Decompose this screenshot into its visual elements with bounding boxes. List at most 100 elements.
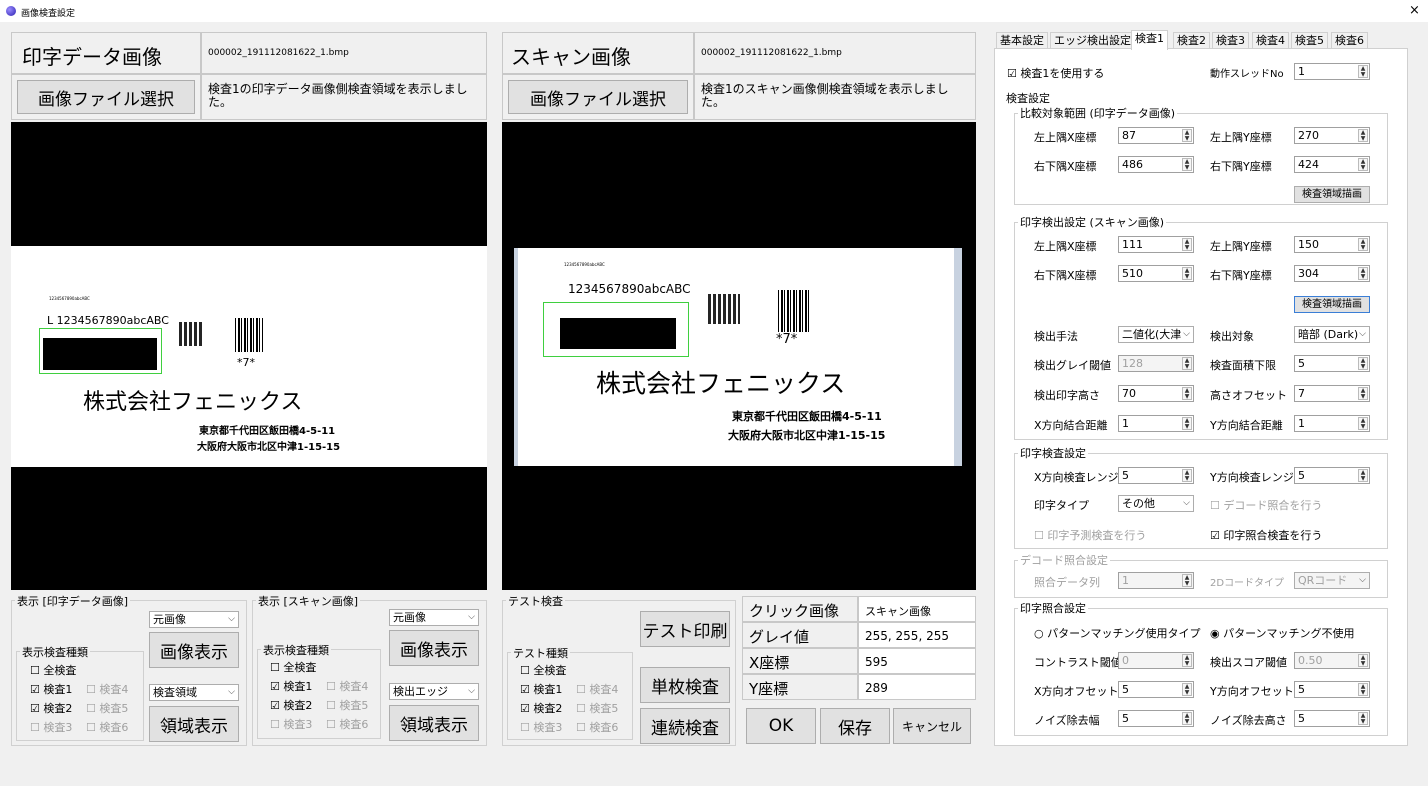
compare-lx-spinner[interactable]: 87 ▲ ▼ <box>1118 127 1194 144</box>
print-image-view[interactable]: 1234567890abcABC L 1234567890abcABC *7* … <box>11 122 487 590</box>
save-button[interactable]: 保存 <box>820 708 890 744</box>
detect-ly-spinner[interactable]: 150 ▲ ▼ <box>1294 236 1370 253</box>
y-offset-value: 5 <box>1298 683 1305 696</box>
test-all-check[interactable]: ☐ 全検査 <box>520 662 566 678</box>
cancel-button[interactable]: キャンセル <box>893 708 971 744</box>
compare-ry-spinner[interactable]: 424 ▲ ▼ <box>1294 156 1370 173</box>
tab-edge[interactable]: エッジ検出設定 <box>1050 32 1135 49</box>
display-scan-region-value: 検出エッジ <box>393 685 448 698</box>
target-value: 暗部 (Dark) <box>1298 328 1359 341</box>
detect-rx-value: 510 <box>1122 267 1143 280</box>
print-barcode-icon <box>235 318 263 352</box>
detect-rx-spinner[interactable]: 510 ▲ ▼ <box>1118 265 1194 282</box>
tab-inspect4[interactable]: 検査4 <box>1252 32 1289 49</box>
spin-arrows-icon: ▲ ▼ <box>1182 683 1192 696</box>
display-print-all-check[interactable]: ☐ 全検査 <box>30 662 76 678</box>
draw-compare-region-button[interactable]: 検査領域描画 <box>1294 186 1370 203</box>
method-combo[interactable]: 二値化(大津 ⌵ <box>1118 326 1194 343</box>
tab-basic[interactable]: 基本設定 <box>996 32 1048 49</box>
chevron-down-icon: ⌵ <box>228 614 235 624</box>
pattern-match-use-label: パターンマッチング使用タイプ <box>1047 627 1201 640</box>
tab-inspect1[interactable]: 検査1 <box>1131 30 1168 50</box>
display-print-c1-check[interactable]: ☑ 検査1 <box>30 681 72 697</box>
print-inspect-title: 印字検査設定 <box>1018 445 1088 461</box>
test-print-button[interactable]: テスト印刷 <box>640 611 730 647</box>
print-type-combo[interactable]: その他 ⌵ <box>1118 495 1194 512</box>
match-column-value: 1 <box>1122 574 1129 587</box>
x-join-label: X方向結合距離 <box>1034 419 1108 432</box>
scan-address2: 大阪府大阪市北区中津1-15-15 <box>728 429 886 442</box>
pattern-match-use-radio[interactable]: ○ パターンマッチング使用タイプ <box>1034 625 1201 641</box>
ok-button[interactable]: OK <box>746 708 816 744</box>
contrast-spinner: 0 ▲ ▼ <box>1118 652 1194 669</box>
area-min-spinner[interactable]: 5 ▲ ▼ <box>1294 355 1370 372</box>
display-print-c6-check: ☐ 検査6 <box>86 721 129 734</box>
compare-ly-spinner[interactable]: 270 ▲ ▼ <box>1294 127 1370 144</box>
tab-inspect3[interactable]: 検査3 <box>1212 32 1249 49</box>
noise-width-spinner[interactable]: 5 ▲ ▼ <box>1118 710 1194 727</box>
detect-lx-spinner[interactable]: 111 ▲ ▼ <box>1118 236 1194 253</box>
close-icon[interactable]: × <box>1409 3 1420 18</box>
print-height-spinner[interactable]: 70 ▲ ▼ <box>1118 385 1194 402</box>
scan-note: 検査1のスキャン画像側検査領域を表示しました。 <box>701 82 949 109</box>
display-print-region-combo[interactable]: 検査領域 ⌵ <box>149 684 239 701</box>
scan-image-view[interactable]: 1234567890abcABC 1234567890abcABC *7* 株式… <box>502 122 976 590</box>
info-value-cell: 595 <box>858 648 976 674</box>
match-check[interactable]: ☑ 印字照合検査を行う <box>1210 527 1322 543</box>
test-c1-check[interactable]: ☑ 検査1 <box>520 681 562 697</box>
scan-qr-icon <box>708 294 740 324</box>
display-scan-c2-check[interactable]: ☑ 検査2 <box>270 697 312 713</box>
spin-arrows-icon: ▲ ▼ <box>1182 712 1192 725</box>
display-print-type-combo[interactable]: 元画像 ⌵ <box>149 611 239 628</box>
test-c2-check[interactable]: ☑ 検査2 <box>520 700 562 716</box>
test-group-title: テスト検査 <box>506 593 565 609</box>
thread-spinner[interactable]: 1 ▲ ▼ <box>1294 63 1370 80</box>
contrast-value: 0 <box>1122 654 1129 667</box>
display-scan-image-button[interactable]: 画像表示 <box>389 630 479 666</box>
x-range-spinner[interactable]: 5 ▲ ▼ <box>1118 467 1194 484</box>
print-file-select-button[interactable]: 画像ファイル選択 <box>17 80 195 114</box>
y-range-spinner[interactable]: 5 ▲ ▼ <box>1294 467 1370 484</box>
info-key-y: Y座標 <box>749 680 789 698</box>
scan-file-select-button[interactable]: 画像ファイル選択 <box>508 80 688 114</box>
noise-width-label: ノイズ除去幅 <box>1034 714 1100 727</box>
target-combo[interactable]: 暗部 (Dark) ⌵ <box>1294 326 1370 343</box>
noise-height-spinner[interactable]: 5 ▲ ▼ <box>1294 710 1370 727</box>
tab-inspect2[interactable]: 検査2 <box>1173 32 1210 49</box>
detect-ly-label: 左上隅Y座標 <box>1210 240 1272 253</box>
continuous-inspect-button[interactable]: 連続検査 <box>640 708 730 744</box>
display-scan-all-check[interactable]: ☐ 全検査 <box>270 659 316 675</box>
print-image-title-cell: 印字データ画像 <box>11 32 201 74</box>
display-scan-region-button[interactable]: 領域表示 <box>389 705 479 741</box>
draw-detect-region-button[interactable]: 検査領域描画 <box>1294 296 1370 313</box>
y-join-spinner[interactable]: 1 ▲ ▼ <box>1294 415 1370 432</box>
spin-arrows-icon: ▲ ▼ <box>1358 654 1368 667</box>
spin-arrows-icon: ▲ ▼ <box>1182 357 1192 370</box>
display-print-c2-check[interactable]: ☑ 検査2 <box>30 700 72 716</box>
compare-rx-spinner[interactable]: 486 ▲ ▼ <box>1118 156 1194 173</box>
info-value-cell: 255, 255, 255 <box>858 622 976 648</box>
target-label: 検出対象 <box>1210 330 1254 343</box>
scan-image-title: スキャン画像 <box>511 45 631 69</box>
chevron-down-icon: ⌵ <box>1359 575 1366 585</box>
use-inspect1-check[interactable]: ☑ 検査1を使用する <box>1007 65 1104 81</box>
display-scan-c1-check[interactable]: ☑ 検査1 <box>270 678 312 694</box>
x-join-spinner[interactable]: 1 ▲ ▼ <box>1118 415 1194 432</box>
single-inspect-button[interactable]: 単枚検査 <box>640 667 730 703</box>
spin-arrows-icon: ▲ ▼ <box>1182 469 1192 482</box>
height-offset-spinner[interactable]: 7 ▲ ▼ <box>1294 385 1370 402</box>
noise-height-value: 5 <box>1298 712 1305 725</box>
pattern-match-nouse-radio[interactable]: ◉ パターンマッチング不使用 <box>1210 625 1355 641</box>
display-scan-type-combo[interactable]: 元画像 ⌵ <box>389 609 479 626</box>
display-print-image-button[interactable]: 画像表示 <box>149 632 239 668</box>
display-print-region-button[interactable]: 領域表示 <box>149 706 239 742</box>
display-scan-region-combo[interactable]: 検出エッジ ⌵ <box>389 683 479 700</box>
x-offset-spinner[interactable]: 5 ▲ ▼ <box>1118 681 1194 698</box>
method-value: 二値化(大津 <box>1122 328 1182 341</box>
y-offset-spinner[interactable]: 5 ▲ ▼ <box>1294 681 1370 698</box>
tab-inspect6[interactable]: 検査6 <box>1331 32 1368 49</box>
detect-ry-spinner[interactable]: 304 ▲ ▼ <box>1294 265 1370 282</box>
window-title: 画像検査設定 <box>21 9 76 19</box>
tab-inspect5[interactable]: 検査5 <box>1291 32 1328 49</box>
test-c5-check: ☐ 検査5 <box>576 702 619 715</box>
